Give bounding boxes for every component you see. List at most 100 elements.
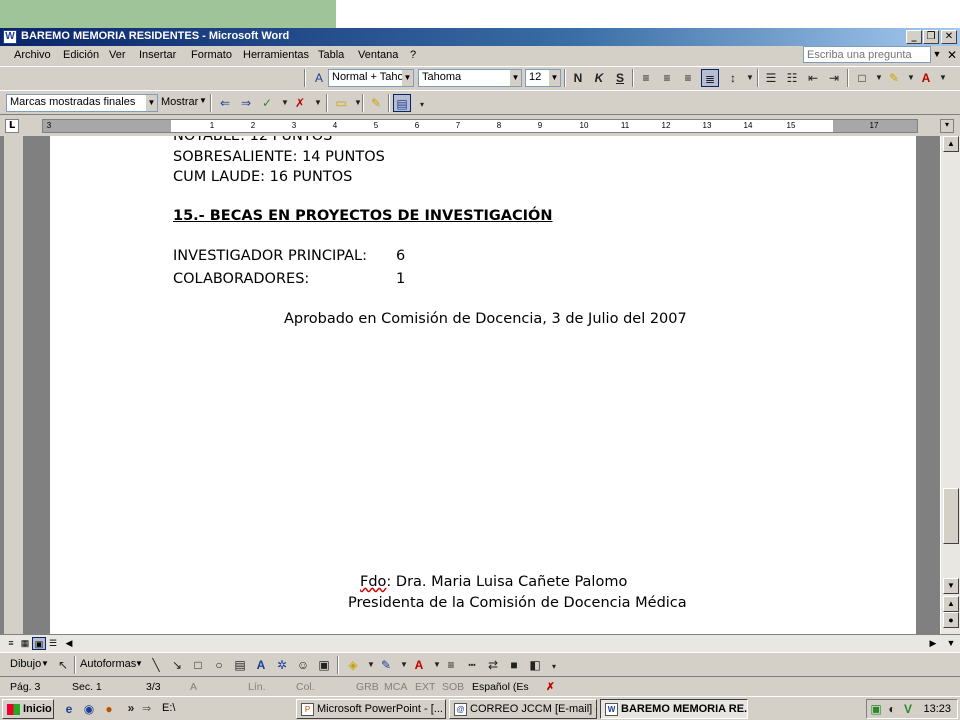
web-view-icon[interactable]: ▦ (18, 637, 32, 650)
task-powerpoint[interactable]: P Microsoft PowerPoint - [... (296, 699, 446, 719)
status-language[interactable]: Español (Es (472, 681, 529, 693)
diagram-icon[interactable]: ✲ (273, 656, 291, 674)
task-word[interactable]: W BAREMO MEMORIA RE... (600, 699, 748, 719)
vertical-ruler[interactable] (4, 136, 24, 634)
autoshapes-button[interactable]: Autoformas (80, 658, 136, 670)
chevron-down-icon[interactable]: ▼ (510, 70, 521, 86)
vertical-scrollbar[interactable]: ▲ ▼ ▲ ● (940, 136, 960, 634)
line-icon[interactable]: ╲ (147, 656, 165, 674)
dash-style-icon[interactable]: ┅ (463, 656, 481, 674)
spelling-status-icon[interactable]: ✗ (546, 681, 555, 693)
tray-app-icon[interactable]: V (899, 700, 917, 718)
scroll-right-icon[interactable]: ▶ (926, 637, 940, 650)
font-combo[interactable]: Tahoma ▼ (418, 69, 522, 87)
print-view-icon[interactable]: ▣ (32, 637, 46, 650)
toolbar-options-icon[interactable]: ▾ (545, 658, 563, 676)
menu-ver[interactable]: Ver (109, 49, 126, 61)
outlook-icon[interactable]: ◉ (80, 700, 98, 718)
picture-icon[interactable]: ▣ (315, 656, 333, 674)
wordart-icon[interactable]: A (252, 656, 270, 674)
horizontal-scrollbar[interactable]: ≡ ▦ ▣ ☰ ◀ ▶ ▼ (0, 634, 960, 652)
chevron-down-icon[interactable]: ▼ (402, 70, 413, 86)
chevron-down-icon[interactable]: ▼ (349, 94, 367, 112)
align-center-icon[interactable]: ≡ (658, 69, 676, 87)
menu-formato[interactable]: Formato (191, 49, 232, 61)
clipart-icon[interactable]: ☺ (294, 656, 312, 674)
status-ext[interactable]: EXT (415, 681, 435, 693)
fill-color-icon[interactable]: ◈ (344, 656, 362, 674)
scroll-thumb[interactable] (943, 488, 959, 544)
chevron-down-icon[interactable]: ▼ (41, 659, 49, 668)
oval-icon[interactable]: ○ (210, 656, 228, 674)
justify-icon[interactable]: ≣ (701, 69, 719, 87)
menu-edicion[interactable]: Edición (63, 49, 99, 61)
chevron-down-icon[interactable]: ▼ (934, 69, 952, 87)
chevron-down-icon[interactable]: ▼ (135, 659, 143, 668)
select-objects-icon[interactable]: ↖ (54, 656, 72, 674)
ie-icon[interactable]: e (60, 700, 78, 718)
numbering-icon[interactable]: ☰ (762, 69, 780, 87)
underline-button[interactable]: S (611, 69, 629, 87)
start-button[interactable]: Inicio (2, 699, 54, 719)
rectangle-icon[interactable]: □ (189, 656, 207, 674)
bullets-icon[interactable]: ☷ (783, 69, 801, 87)
align-right-icon[interactable]: ≡ (679, 69, 697, 87)
style-combo[interactable]: Normal + Tahor ▼ (328, 69, 414, 87)
menu-insertar[interactable]: Insertar (139, 49, 176, 61)
horizontal-ruler[interactable]: 3 1 2 3 4 5 6 7 8 9 10 11 12 13 14 15 17 (42, 119, 918, 133)
ask-question-input[interactable] (803, 46, 931, 63)
tab-selector-icon[interactable]: L (5, 119, 19, 133)
line-color-icon[interactable]: ✎ (377, 656, 395, 674)
insert-comment-icon[interactable]: ▭ (332, 94, 350, 112)
styles-pane-icon[interactable]: A (310, 69, 328, 87)
chevron-down-icon[interactable]: ▼ (199, 96, 207, 105)
line-style-icon[interactable]: ≡ (442, 656, 460, 674)
borders-icon[interactable]: □ (853, 69, 871, 87)
browse-object-icon[interactable]: ● (943, 612, 959, 628)
chevron-down-icon[interactable]: ▼ (309, 94, 327, 112)
increase-indent-icon[interactable]: ⇥ (825, 69, 843, 87)
arrow-icon[interactable]: ↘ (168, 656, 186, 674)
chevron-down-icon[interactable]: ▼ (549, 70, 560, 86)
chevron-down-icon[interactable]: ▼ (146, 95, 157, 111)
restore-button[interactable]: ❐ (923, 30, 939, 44)
font-color-icon[interactable]: A (917, 69, 935, 87)
status-mca[interactable]: MCA (384, 681, 407, 693)
more-quicklaunch-icon[interactable]: » (122, 699, 140, 717)
shadow-icon[interactable]: ■ (505, 656, 523, 674)
chevron-down-icon[interactable]: ▼ (931, 46, 943, 63)
reject-change-icon[interactable]: ✗ (291, 94, 309, 112)
close-button[interactable]: ✕ (941, 30, 957, 44)
3d-icon[interactable]: ◧ (526, 656, 544, 674)
show-markup-button[interactable]: Mostrar (161, 96, 198, 108)
minimize-button[interactable]: _ (906, 30, 922, 44)
outline-view-icon[interactable]: ☰ (46, 637, 60, 650)
address-value[interactable]: E:\ (162, 702, 175, 714)
track-changes-icon[interactable]: ✎ (367, 94, 385, 112)
previous-page-icon[interactable]: ▲ (943, 596, 959, 612)
word-doc-icon[interactable]: W (3, 30, 17, 44)
firefox-icon[interactable]: ● (100, 700, 118, 718)
accept-change-icon[interactable]: ✓ (258, 94, 276, 112)
previous-change-icon[interactable]: ⇐ (216, 94, 234, 112)
menu-ventana[interactable]: Ventana (358, 49, 398, 61)
font-size-combo[interactable]: 12 ▼ (525, 69, 561, 87)
reviewing-pane-icon[interactable]: ▤ (393, 94, 411, 112)
task-correo[interactable]: @ CORREO JCCM [E-mail] -... (449, 699, 597, 719)
line-spacing-icon[interactable]: ↕ (724, 69, 742, 87)
textbox-icon[interactable]: ▤ (231, 656, 249, 674)
scroll-down-icon[interactable]: ▼ (943, 578, 959, 594)
ruler-toggle-icon[interactable]: ▾ (940, 119, 954, 133)
next-page-icon[interactable]: ▼ (944, 637, 958, 650)
scroll-up-icon[interactable]: ▲ (943, 136, 959, 152)
highlight-icon[interactable]: ✎ (885, 69, 903, 87)
decrease-indent-icon[interactable]: ⇤ (804, 69, 822, 87)
font-color-icon[interactable]: A (410, 656, 428, 674)
draw-menu-button[interactable]: Dibujo (10, 658, 41, 670)
bold-button[interactable]: N (569, 69, 587, 87)
document-close-icon[interactable]: ✕ (947, 48, 957, 62)
next-change-icon[interactable]: ⇒ (237, 94, 255, 112)
menu-tabla[interactable]: Tabla (318, 49, 344, 61)
menu-help[interactable]: ? (410, 49, 416, 61)
align-left-icon[interactable]: ≡ (637, 69, 655, 87)
